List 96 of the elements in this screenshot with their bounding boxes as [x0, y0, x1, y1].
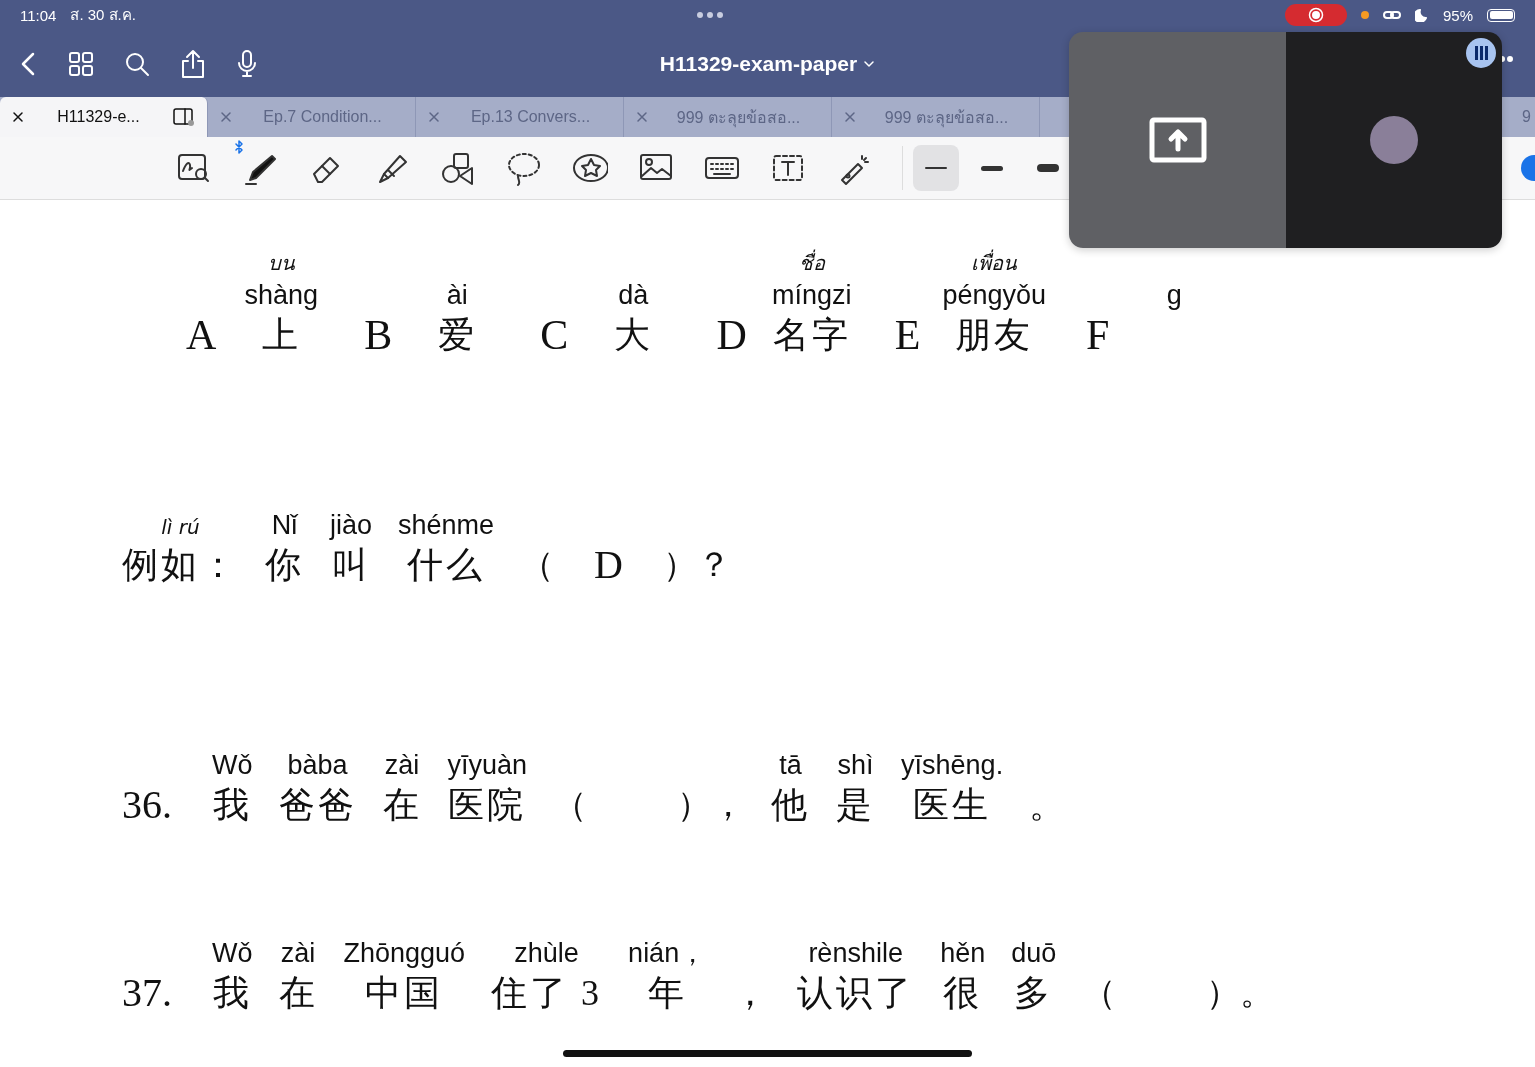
- stroke-width-option[interactable]: [913, 145, 959, 191]
- pinyin-text: Nǐ: [271, 509, 298, 542]
- microphone-icon[interactable]: [236, 48, 258, 79]
- handwritten-note: lì rú: [161, 514, 200, 540]
- pinyin-text: rènshile: [808, 937, 903, 970]
- hanzi-text: 住了 3: [491, 972, 603, 1015]
- option-letter: D: [716, 312, 747, 358]
- hanzi-text: 叫: [331, 544, 371, 587]
- example-label: 例如：: [122, 544, 239, 587]
- hanzi-text: 年: [647, 972, 687, 1015]
- hanzi-text: 什么: [407, 544, 486, 587]
- pinyin-text: péngyǒu: [942, 279, 1046, 312]
- share-icon[interactable]: [180, 48, 206, 79]
- handwritten-note: เพื่อน: [971, 250, 1018, 276]
- bracket-text: （: [520, 545, 555, 585]
- record-icon[interactable]: [1307, 7, 1324, 23]
- hanzi-text: 大: [613, 314, 653, 357]
- document-tab[interactable]: H11329-e...: [0, 97, 208, 137]
- bracket-text: （: [1082, 973, 1117, 1013]
- option-letter: B: [364, 312, 393, 358]
- pinyin-text: bàba: [287, 749, 348, 782]
- hanzi-text: 朋友: [955, 314, 1034, 357]
- pinyin-text: g: [1166, 279, 1182, 312]
- pinyin-text: yīyuàn: [447, 749, 528, 782]
- recording-indicator[interactable]: [1284, 4, 1347, 26]
- hanzi-text: 认识了: [797, 972, 915, 1015]
- hanzi-text: 你: [265, 544, 304, 587]
- hanzi-text: 爸爸: [278, 784, 357, 827]
- pinyin-text: zài: [384, 749, 420, 782]
- caret-icon[interactable]: [863, 59, 876, 68]
- hanzi-text: ，: [732, 972, 772, 1015]
- answer-text: D: [594, 542, 623, 588]
- bracket-text: ）。: [1206, 973, 1275, 1013]
- pinyin-text: dà: [618, 279, 649, 312]
- pinyin-text: zhùle: [514, 937, 579, 970]
- hanzi-text: 我: [212, 784, 252, 827]
- pinyin-text: shénme: [398, 509, 495, 542]
- bluetooth-icon: [234, 140, 244, 154]
- link-icon: [1382, 8, 1401, 22]
- question-number: 37.: [122, 970, 172, 1016]
- shapes-icon[interactable]: [440, 150, 476, 186]
- battery-percent: 95%: [1442, 6, 1473, 24]
- close-icon[interactable]: [12, 111, 24, 123]
- pinyin-text: Zhōngguó: [343, 937, 466, 970]
- split-view-icon[interactable]: [173, 107, 195, 127]
- option-letter: F: [1086, 312, 1110, 358]
- hanzi-text: 多: [1014, 972, 1054, 1015]
- hanzi-text: 爱: [437, 314, 477, 357]
- document-title[interactable]: H11329-exam-paper: [659, 51, 858, 76]
- status-date: ส. 30 ส.ค.: [70, 5, 136, 25]
- status-time: 11:04: [20, 6, 57, 24]
- call-menu-button[interactable]: [1466, 38, 1496, 68]
- pinyin-text: nián，: [628, 937, 707, 970]
- option-letter: E: [894, 312, 921, 358]
- hanzi-text: 医生: [913, 784, 992, 827]
- pinyin-text: míngzi: [771, 279, 852, 312]
- pinyin-text: Wǒ: [212, 937, 253, 970]
- pinyin-text: zài: [280, 937, 316, 970]
- hanzi-text: 在: [278, 972, 318, 1015]
- hanzi-text: 是: [836, 784, 876, 827]
- pinyin-text: tā: [779, 749, 802, 782]
- bracket-text: （: [553, 785, 588, 825]
- hanzi-text: 上: [261, 314, 301, 357]
- hanzi-text: 。: [1029, 784, 1069, 827]
- handwritten-note: บน: [267, 250, 295, 276]
- handwritten-note: ชื่อ: [798, 250, 825, 276]
- hanzi-text: 我: [212, 972, 252, 1015]
- hanzi-text: 在: [382, 784, 422, 827]
- pinyin-text: hěn: [940, 937, 986, 970]
- grid-icon[interactable]: [68, 50, 94, 77]
- pinyin-text: yīshēng.: [901, 749, 1004, 782]
- color-swatch[interactable]: [1521, 155, 1535, 181]
- hanzi-text: 名字: [772, 314, 851, 357]
- moon-icon: [1414, 8, 1429, 22]
- pinyin-text: Wǒ: [212, 749, 253, 782]
- pinyin-text: shàng: [244, 279, 319, 312]
- hanzi-text: 很: [943, 972, 983, 1015]
- hanzi-text: 中国: [365, 972, 444, 1015]
- mic-in-use-dot: [1360, 11, 1369, 19]
- avatar: [1370, 116, 1418, 164]
- bracket-text: ），: [677, 785, 746, 825]
- hanzi-text: 医院: [448, 784, 527, 827]
- pinyin-text: shì: [837, 749, 874, 782]
- pinyin-text: ài: [446, 279, 468, 312]
- hanzi-text: 他: [771, 784, 811, 827]
- bracket-text: ）？: [663, 545, 731, 585]
- search-icon[interactable]: [124, 50, 150, 77]
- screen-share-icon[interactable]: [1148, 117, 1207, 163]
- option-letter: C: [540, 312, 569, 358]
- lasso-icon[interactable]: [506, 150, 542, 186]
- battery-icon: [1487, 8, 1515, 22]
- pinyin-text: duō: [1011, 937, 1057, 970]
- multitasking-icon[interactable]: [697, 12, 724, 18]
- pinyin-text: jiào: [330, 509, 373, 542]
- question-number: 36.: [122, 782, 172, 828]
- option-letter: A: [186, 312, 217, 358]
